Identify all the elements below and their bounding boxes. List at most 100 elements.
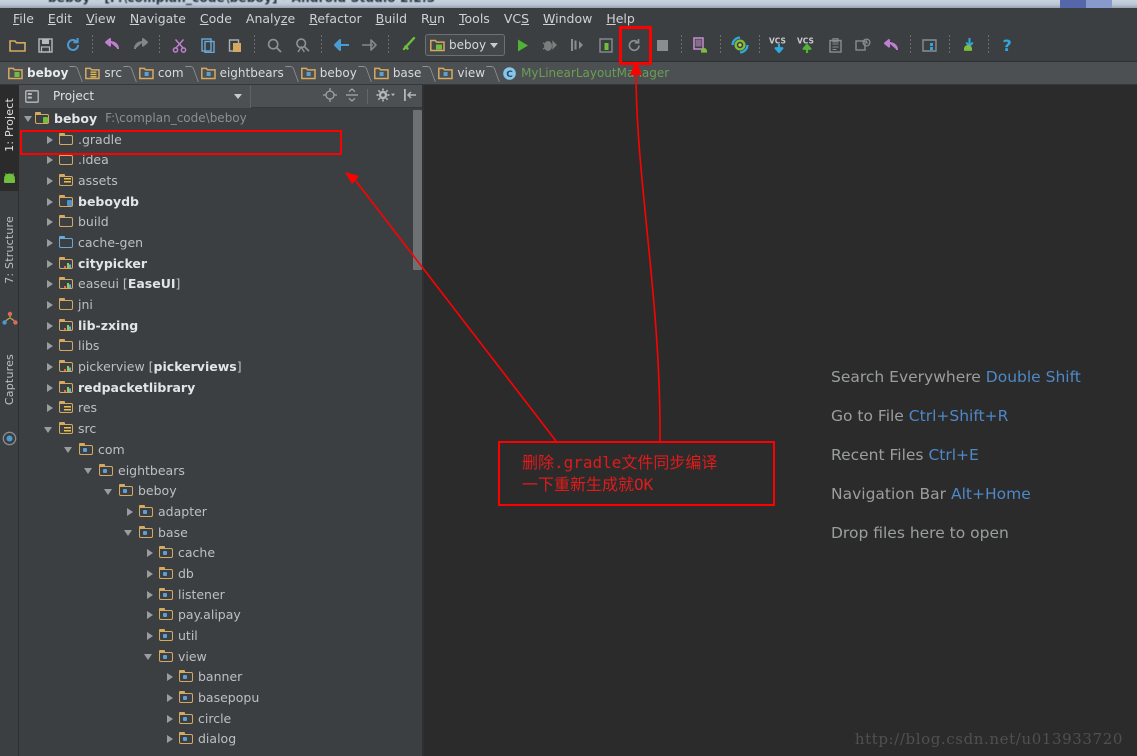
run-step-icon[interactable] xyxy=(565,32,591,58)
tree-row[interactable]: util xyxy=(19,625,423,646)
breadcrumb-item-beboy[interactable]: beboy xyxy=(297,62,359,85)
sync-project-gradle-icon[interactable] xyxy=(727,32,753,58)
project-tree[interactable]: beboy F:\complan_code\beboy .gradle .idea… xyxy=(19,108,423,756)
attach-debugger-icon[interactable] xyxy=(593,32,619,58)
menu-item-window[interactable]: Window xyxy=(536,8,599,29)
chevron-right-icon[interactable] xyxy=(44,299,55,310)
run-configuration-selector[interactable]: beboy xyxy=(425,34,506,56)
menu-item-file[interactable]: File xyxy=(6,8,41,29)
forward-icon[interactable] xyxy=(356,32,382,58)
tree-row[interactable]: .idea xyxy=(19,149,423,170)
tree-row[interactable]: pickerview [pickerviews] xyxy=(19,356,423,377)
chevron-right-icon[interactable] xyxy=(124,506,135,517)
sidebar-item-structure[interactable]: 7: Structure xyxy=(0,195,19,305)
chevron-right-icon[interactable] xyxy=(144,630,155,641)
menu-item-build[interactable]: Build xyxy=(369,8,414,29)
chevron-down-icon[interactable] xyxy=(144,651,155,662)
chevron-right-icon[interactable] xyxy=(164,713,175,724)
vcs-update-icon[interactable]: VCS xyxy=(766,32,792,58)
help-icon[interactable]: ? xyxy=(995,32,1021,58)
sync-refresh-icon[interactable] xyxy=(60,32,86,58)
tree-row-root[interactable]: beboy F:\complan_code\beboy xyxy=(19,108,423,129)
avd-manager-icon[interactable] xyxy=(688,32,714,58)
menu-item-analyze[interactable]: Analyze xyxy=(239,8,302,29)
tree-row[interactable]: citypicker xyxy=(19,253,423,274)
chevron-down-icon[interactable] xyxy=(490,42,499,48)
hide-panel-icon[interactable] xyxy=(403,87,417,106)
tree-row[interactable]: circle xyxy=(19,708,423,729)
chevron-right-icon[interactable] xyxy=(44,175,55,186)
chevron-right-icon[interactable] xyxy=(44,320,55,331)
tree-row[interactable]: com xyxy=(19,439,423,460)
chevron-down-icon[interactable] xyxy=(234,93,242,99)
locate-target-icon[interactable] xyxy=(323,87,337,106)
tree-row[interactable]: lib-zxing xyxy=(19,315,423,336)
chevron-right-icon[interactable] xyxy=(44,216,55,227)
breadcrumb-item-beboy[interactable]: beboy xyxy=(4,62,70,85)
sidebar-item-captures[interactable]: Captures xyxy=(0,335,19,425)
save-all-icon[interactable] xyxy=(32,32,58,58)
project-structure-icon[interactable] xyxy=(917,32,943,58)
tree-row[interactable]: beboy xyxy=(19,480,423,501)
chevron-right-icon[interactable] xyxy=(44,340,55,351)
breadcrumb-item-src[interactable]: src xyxy=(81,62,124,85)
menu-item-edit[interactable]: Edit xyxy=(41,8,79,29)
tree-row[interactable]: db xyxy=(19,563,423,584)
find-with-filter-icon[interactable] xyxy=(289,32,315,58)
tree-row[interactable]: view xyxy=(19,646,423,667)
copy-icon[interactable] xyxy=(194,32,220,58)
rerun-icon[interactable] xyxy=(621,32,647,58)
menu-item-tools[interactable]: Tools xyxy=(452,8,497,29)
chevron-down-icon[interactable] xyxy=(64,444,75,455)
chevron-right-icon[interactable] xyxy=(44,258,55,269)
undo-icon[interactable] xyxy=(99,32,125,58)
tree-row[interactable]: pay.alipay xyxy=(19,605,423,626)
cut-icon[interactable] xyxy=(166,32,192,58)
paste-icon[interactable] xyxy=(222,32,248,58)
screenshot-icon[interactable] xyxy=(850,32,876,58)
chevron-down-icon[interactable] xyxy=(24,113,35,124)
tree-row[interactable]: .gradle xyxy=(19,129,423,150)
tree-row[interactable]: cache-gen xyxy=(19,232,423,253)
tree-row[interactable]: beboydb xyxy=(19,191,423,212)
tree-row[interactable]: banner xyxy=(19,667,423,688)
tree-row[interactable]: res xyxy=(19,398,423,419)
tree-row[interactable]: build xyxy=(19,211,423,232)
tree-row[interactable]: jni xyxy=(19,294,423,315)
menu-item-vcs[interactable]: VCS xyxy=(497,8,536,29)
debug-icon[interactable] xyxy=(537,32,563,58)
chevron-right-icon[interactable] xyxy=(44,196,55,207)
chevron-right-icon[interactable] xyxy=(44,278,55,289)
project-view-selector[interactable]: Project xyxy=(19,84,251,108)
chevron-right-icon[interactable] xyxy=(44,154,55,165)
vcs-commit-icon[interactable]: VCS xyxy=(794,32,820,58)
tree-row[interactable]: src xyxy=(19,418,423,439)
breadcrumb-item-eightbears[interactable]: eightbears xyxy=(197,62,286,85)
tree-row[interactable]: assets xyxy=(19,170,423,191)
revert-icon[interactable] xyxy=(878,32,904,58)
chevron-right-icon[interactable] xyxy=(44,361,55,372)
scrollbar-thumb[interactable] xyxy=(413,110,422,270)
layout-inspector-icon[interactable] xyxy=(822,32,848,58)
tree-row[interactable]: cache xyxy=(19,542,423,563)
tree-row[interactable]: listener xyxy=(19,584,423,605)
chevron-right-icon[interactable] xyxy=(164,733,175,744)
menu-item-refactor[interactable]: Refactor xyxy=(302,8,368,29)
chevron-right-icon[interactable] xyxy=(44,402,55,413)
chevron-down-icon[interactable] xyxy=(44,423,55,434)
menu-item-help[interactable]: Help xyxy=(599,8,642,29)
collapse-all-icon[interactable] xyxy=(345,87,359,106)
chevron-right-icon[interactable] xyxy=(44,382,55,393)
chevron-right-icon[interactable] xyxy=(144,568,155,579)
build-hammer-icon[interactable] xyxy=(395,32,421,58)
tree-row[interactable]: libs xyxy=(19,336,423,357)
sidebar-item-project[interactable]: 1: Project xyxy=(0,85,19,165)
tree-row[interactable]: base xyxy=(19,522,423,543)
run-icon[interactable] xyxy=(509,32,535,58)
chevron-down-icon[interactable] xyxy=(124,527,135,538)
chevron-right-icon[interactable] xyxy=(144,609,155,620)
redo-icon[interactable] xyxy=(127,32,153,58)
chevron-right-icon[interactable] xyxy=(144,547,155,558)
chevron-right-icon[interactable] xyxy=(164,671,175,682)
tree-row[interactable]: eightbears xyxy=(19,460,423,481)
